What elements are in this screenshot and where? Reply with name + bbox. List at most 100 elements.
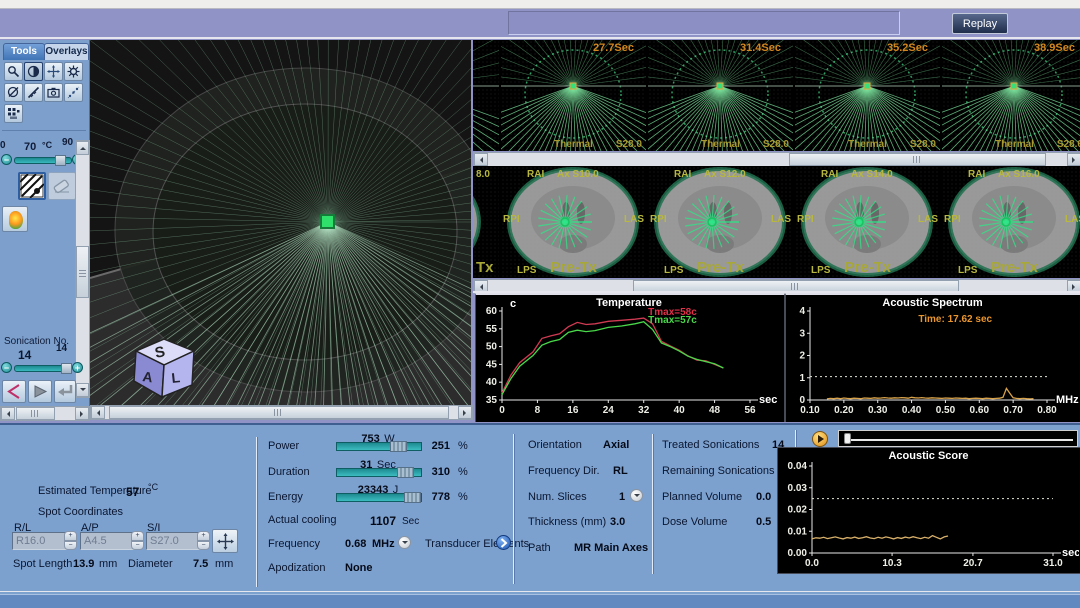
scroll-down-button[interactable] [76,383,89,397]
num-slices-dropdown-button[interactable] [630,489,643,502]
energy-slider[interactable] [336,493,422,502]
scroll-right-button[interactable] [75,407,89,420]
sonication-decrease-button[interactable]: − [1,362,12,373]
message-field[interactable] [508,11,900,35]
remaining-sonications-label: Remaining Sonications [662,465,775,477]
pretx-image-tile[interactable]: RAIAx S10.0RPILASLPSPre-Tx [501,166,646,278]
divider [2,130,86,131]
measure-tool-button[interactable] [24,83,43,102]
scroll-right-button[interactable] [1067,153,1080,166]
tab-tools[interactable]: Tools [3,43,45,60]
playback-thumb[interactable] [844,433,851,444]
settings-gear-icon[interactable] [64,62,83,81]
pretx-image-tile[interactable]: RAIAx S14.0RPILASLPSPre-Tx [795,166,940,278]
frequency-dropdown-button[interactable] [398,536,411,549]
scroll-left-button[interactable] [1,407,15,420]
scrollbar-track[interactable] [488,153,1067,166]
contrast-tool-button[interactable] [24,62,43,81]
duration-slider-thumb[interactable] [397,467,414,478]
thermal-label: Thermal [848,139,887,150]
previous-sonication-button[interactable] [2,380,26,403]
orientation-label: Orientation [528,439,582,451]
scroll-left-button[interactable] [91,406,105,419]
3d-view-scrollbar[interactable] [90,405,473,420]
hatch-overlay-button[interactable] [18,172,46,200]
sonication-slider[interactable] [14,365,72,372]
move-spot-button[interactable] [212,529,238,553]
power-slider[interactable] [336,442,422,451]
increment-button[interactable]: + [131,531,144,541]
scrollbar-track[interactable] [76,155,89,383]
transducer-elements-button[interactable] [496,535,511,550]
temp-slider[interactable] [14,157,72,164]
svg-text:c: c [510,298,516,310]
thermal-image-tile[interactable]: 27.7SecThermalS28.0 [501,40,646,151]
scrollbar-thumb[interactable] [789,153,1046,166]
energy-slider-thumb[interactable] [404,492,421,503]
return-button[interactable] [54,380,76,403]
thermal-image-tile[interactable]: 31.4SecThermalS28.0 [648,40,793,151]
si-coordinate-field[interactable] [146,532,201,550]
decrement-button[interactable]: − [64,541,77,551]
thermal-timestamp: 27.7Sec [593,42,634,54]
scroll-left-button[interactable] [474,153,488,166]
duration-slider[interactable] [336,468,422,477]
path-value: MR Main Axes [574,542,648,554]
sonication-increase-button[interactable]: + [72,362,83,373]
num-slices-value: 1 [619,491,625,503]
play-button[interactable] [812,431,828,447]
svg-text:56: 56 [744,405,756,416]
camera-icon[interactable] [44,83,63,102]
scroll-up-button[interactable] [76,141,89,155]
decrement-button[interactable]: − [197,541,210,551]
replay-button[interactable]: Replay [952,13,1008,34]
actual-cooling-unit: Sec [402,516,419,527]
sidebar-vertical-scrollbar[interactable] [75,140,90,398]
svg-text:0.60: 0.60 [970,405,990,416]
scrollbar-track[interactable] [105,406,458,419]
svg-text:20.7: 20.7 [963,558,983,569]
scrollbar-track[interactable] [15,407,75,420]
rl-coordinate-field[interactable] [12,532,67,550]
tab-overlays[interactable]: Overlays [44,43,89,60]
scrollbar-thumb[interactable] [76,246,89,298]
pretx-image-tile[interactable]: 8.0Tx [473,166,499,278]
orientation-marker-las: LAS [1065,214,1080,225]
thermal-image-tile[interactable]: 38.9SecThermalS28.0 [942,40,1080,151]
power-slider-thumb[interactable] [390,441,407,452]
temp-decrease-button[interactable]: − [1,154,12,165]
svg-text:4: 4 [799,306,805,317]
pan-tool-button[interactable] [44,62,63,81]
pretx-image-tile[interactable]: RAIAx S12.0RPILASLPSPre-Tx [648,166,793,278]
scrollbar-thumb[interactable] [16,407,55,420]
thermal-image-strip: 27.7SecThermalS28.031.4SecThermalS28.035… [473,40,1080,151]
3d-transducer-view[interactable]: SAL [90,40,471,405]
scroll-right-button[interactable] [458,406,472,419]
pretx-image-tile[interactable]: RAIAx S16.0RPILASLPSPre-Tx [942,166,1080,278]
sidebar-horizontal-scrollbar[interactable] [0,406,90,421]
playback-slider[interactable] [838,430,1078,447]
ap-coordinate-field[interactable] [80,532,135,550]
zoom-tool-button[interactable] [4,62,23,81]
increment-button[interactable]: + [197,531,210,541]
temp-scale-value: 70 [24,141,36,153]
thermal-image-tile[interactable]: 35.2SecThermalS28.0 [795,40,940,151]
svg-text:0.04: 0.04 [788,461,808,472]
orientation-marker-lps: LPS [811,265,830,276]
orientation-marker-rai: RAI [968,169,985,180]
increment-button[interactable]: + [64,531,77,541]
eraser-button[interactable] [48,172,76,200]
power-percent: 251 [420,440,450,452]
scrollbar-thumb[interactable] [109,406,450,419]
thermal-row-scrollbar[interactable] [473,152,1080,167]
sonication-slider-thumb[interactable] [61,363,72,374]
window-level-tool-button[interactable] [4,83,23,102]
decrement-button[interactable]: − [131,541,144,551]
thermal-grid-tool-button[interactable] [4,104,23,123]
temp-slider-thumb[interactable] [55,155,66,166]
scatter-points-tool-button[interactable] [64,83,83,102]
next-sonication-button[interactable] [28,380,52,403]
thermal-colormap-button[interactable] [2,206,28,232]
thermal-image-tile[interactable] [473,40,499,151]
treated-sonications-label: Treated Sonications [662,439,759,451]
